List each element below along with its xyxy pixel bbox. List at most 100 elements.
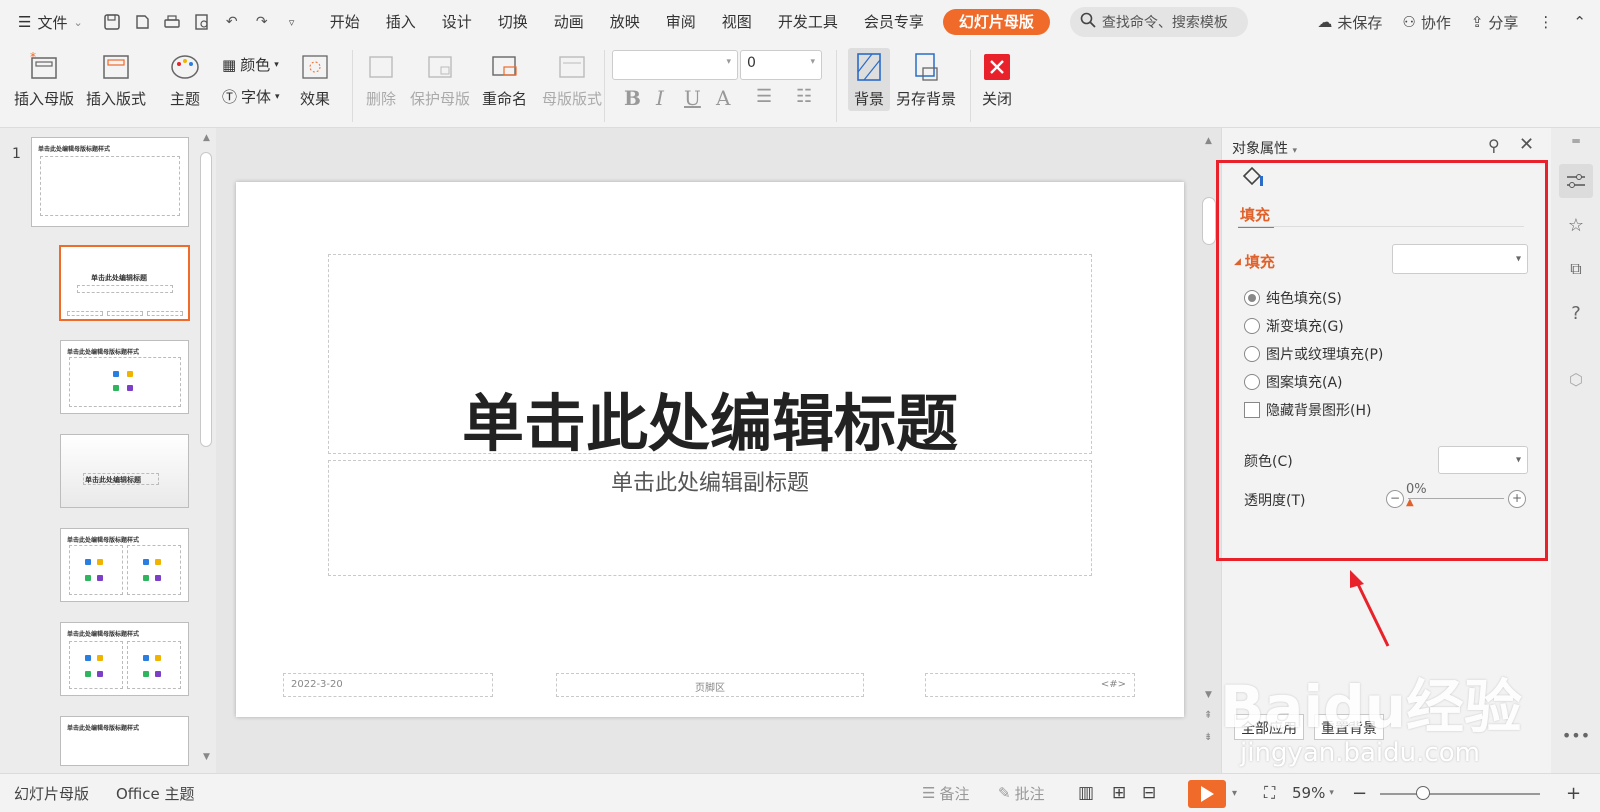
- slides-icon[interactable]: ⧉: [1561, 254, 1591, 284]
- tab-slideshow[interactable]: 放映: [597, 0, 653, 44]
- save-background-icon: [909, 50, 943, 84]
- zoom-level[interactable]: 59% ▾: [1292, 784, 1334, 802]
- unsaved-status[interactable]: ☁ 未保存: [1317, 12, 1382, 33]
- separator: [604, 50, 605, 122]
- menu-bar: ☰ 文件 ⌄ ↶ ↷ ▿ 开始 插入 设计 切换 动画 放映 审阅 视图 开发工…: [0, 0, 1600, 44]
- tab-review[interactable]: 审阅: [653, 0, 709, 44]
- cube-icon[interactable]: ⬡: [1561, 364, 1591, 394]
- rename-button[interactable]: 重命名: [482, 50, 527, 109]
- scroll-up-icon[interactable]: ▲: [203, 133, 210, 143]
- thumbnail-two-content-layout[interactable]: 单击此处编辑母版标题样式: [60, 528, 189, 602]
- zoom-slider[interactable]: [1380, 793, 1540, 795]
- tab-member[interactable]: 会员专享: [851, 0, 937, 44]
- protect-master-button[interactable]: 保护母版: [410, 50, 470, 109]
- pin-icon[interactable]: ⚲: [1488, 136, 1500, 155]
- properties-header[interactable]: 对象属性 ▾: [1232, 138, 1297, 158]
- footer-placeholder[interactable]: 页脚区: [556, 673, 864, 697]
- editor-scrollbar[interactable]: [1202, 197, 1216, 245]
- file-menu[interactable]: ☰ 文件 ⌄: [0, 12, 97, 33]
- star-icon[interactable]: ☆: [1561, 210, 1591, 240]
- font-name-input[interactable]: ▾: [612, 50, 738, 80]
- close-master-button[interactable]: 关闭: [980, 50, 1014, 109]
- status-bar: 幻灯片母版 Office 主题 ☰ 备注 ✎ 批注 ▥ ⊞ ⊟ ▾ ⛶ 59% …: [0, 773, 1600, 812]
- font-theme-button[interactable]: Ⓣ 字体 ▾: [222, 86, 280, 107]
- italic-icon[interactable]: I: [656, 86, 664, 110]
- prev-slide-icon[interactable]: ⇞: [1204, 710, 1212, 721]
- next-slide-icon[interactable]: ⇟: [1204, 732, 1212, 743]
- save-icon[interactable]: [97, 7, 127, 37]
- play-button[interactable]: [1188, 780, 1226, 808]
- print-icon[interactable]: [157, 7, 187, 37]
- font-size-input[interactable]: 0 ▾: [740, 50, 822, 80]
- comments-button[interactable]: ✎ 批注: [998, 783, 1045, 804]
- underline-icon[interactable]: U: [684, 86, 701, 110]
- zoom-slider-thumb[interactable]: [1416, 786, 1430, 800]
- thumbnail-scrollbar[interactable]: [200, 152, 212, 447]
- tab-design[interactable]: 设计: [429, 0, 485, 44]
- tab-slide-master[interactable]: 幻灯片母版: [942, 9, 1050, 35]
- more-options-icon[interactable]: •••: [1561, 720, 1591, 750]
- thumbnail-master[interactable]: 单击此处编辑母版标题样式: [31, 137, 189, 227]
- help-icon[interactable]: ?: [1561, 298, 1591, 328]
- insert-layout-button[interactable]: 插入版式: [86, 50, 146, 109]
- scroll-up-icon[interactable]: ▲: [1205, 136, 1212, 146]
- tab-animation[interactable]: 动画: [541, 0, 597, 44]
- theme-button[interactable]: 主题: [168, 50, 202, 109]
- master-layout-icon: [555, 50, 589, 84]
- collapse-ribbon-icon[interactable]: ⌃: [1573, 13, 1586, 31]
- print-preview-icon[interactable]: [187, 7, 217, 37]
- bold-icon[interactable]: B: [624, 86, 641, 110]
- properties-toggle-icon[interactable]: [1559, 164, 1593, 198]
- share-button[interactable]: ⇪ 分享: [1471, 12, 1519, 33]
- effect-icon: [298, 50, 332, 84]
- scroll-down-icon[interactable]: ▼: [203, 752, 210, 762]
- play-options-icon[interactable]: ▾: [1232, 788, 1237, 799]
- thumbnail-title-only-layout[interactable]: 单击此处编辑母版标题样式: [60, 716, 189, 766]
- sorter-view-icon[interactable]: ⊞: [1112, 783, 1126, 803]
- more-icon[interactable]: ⋮: [1538, 13, 1553, 31]
- baidu-watermark: Baidu经验: [1220, 673, 1523, 741]
- output-icon[interactable]: [127, 7, 157, 37]
- date-placeholder[interactable]: 2022-3-20: [283, 673, 493, 697]
- font-color-icon[interactable]: A: [716, 86, 730, 110]
- close-panel-icon[interactable]: ✕: [1519, 134, 1534, 155]
- numbered-list-icon[interactable]: ☷: [796, 86, 812, 107]
- thumbnail-content-layout[interactable]: 单击此处编辑母版标题样式: [60, 340, 189, 414]
- thumbnail-panel: 1 单击此处编辑母版标题样式 单击此处编辑标题 单击此处编辑母版标题样式 单击此…: [0, 128, 216, 773]
- redo-icon[interactable]: ↷: [247, 7, 277, 37]
- master-layout-button[interactable]: 母版版式: [542, 50, 602, 109]
- insert-master-button[interactable]: * 插入母版: [14, 50, 74, 109]
- thumbnail-title-layout[interactable]: 单击此处编辑标题: [59, 245, 190, 321]
- slide-canvas[interactable]: 单击此处编辑标题 单击此处编辑副标题 2022-3-20 页脚区 <#>: [236, 182, 1184, 717]
- rename-icon: [488, 50, 522, 84]
- reading-view-icon[interactable]: ⊟: [1142, 783, 1156, 803]
- fit-window-icon[interactable]: ⛶: [1264, 783, 1275, 803]
- tab-insert[interactable]: 插入: [373, 0, 429, 44]
- page-number-placeholder[interactable]: <#>: [925, 673, 1135, 697]
- collaborate-button[interactable]: ⚇ 协作: [1402, 12, 1450, 33]
- zoom-out-icon[interactable]: −: [1352, 783, 1367, 804]
- undo-icon[interactable]: ↶: [217, 7, 247, 37]
- theme-name[interactable]: Office 主题: [116, 783, 195, 804]
- normal-view-icon[interactable]: ▥: [1078, 783, 1094, 803]
- zoom-in-icon[interactable]: +: [1566, 783, 1581, 804]
- effect-button[interactable]: 效果: [298, 50, 332, 109]
- delete-button[interactable]: 删除: [364, 50, 398, 109]
- search-input[interactable]: 查找命令、搜索模板: [1069, 7, 1248, 37]
- scroll-down-icon[interactable]: ▼: [1205, 690, 1212, 700]
- title-placeholder[interactable]: 单击此处编辑标题: [328, 254, 1092, 460]
- background-button[interactable]: 背景: [848, 48, 890, 111]
- thumbnail-comparison-layout[interactable]: 单击此处编辑母版标题样式: [60, 622, 189, 696]
- color-button[interactable]: ▦ 颜色 ▾: [222, 54, 279, 75]
- save-background-button[interactable]: 另存背景: [896, 50, 956, 109]
- tab-view[interactable]: 视图: [709, 0, 765, 44]
- tab-transition[interactable]: 切换: [485, 0, 541, 44]
- bullet-list-icon[interactable]: ☰: [756, 86, 772, 107]
- notes-button[interactable]: ☰ 备注: [922, 783, 969, 804]
- thumbnail-section-layout[interactable]: 单击此处编辑标题: [60, 434, 189, 508]
- share-icon: ⇪: [1470, 13, 1484, 31]
- subtitle-placeholder[interactable]: 单击此处编辑副标题: [328, 460, 1092, 576]
- customize-icon[interactable]: ▿: [277, 7, 307, 37]
- tab-home[interactable]: 开始: [317, 0, 373, 44]
- tab-developer[interactable]: 开发工具: [765, 0, 851, 44]
